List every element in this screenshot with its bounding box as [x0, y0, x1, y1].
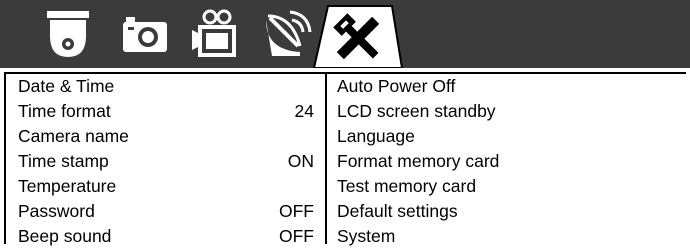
setting-label: Default settings — [337, 201, 458, 221]
setting-label: Test memory card — [337, 176, 477, 196]
tools-settings-icon — [330, 13, 386, 63]
setting-label: Format memory card — [337, 151, 500, 171]
setting-value: 24 — [294, 101, 314, 121]
setting-label: Language — [337, 126, 415, 146]
setting-value: OFF — [279, 201, 314, 221]
tab-bar — [0, 0, 690, 68]
tab-security-camera[interactable] — [38, 4, 98, 64]
setting-system[interactable]: System — [337, 224, 677, 249]
setting-default-settings[interactable]: Default settings — [337, 199, 677, 224]
security-camera-icon — [43, 8, 93, 60]
photo-camera-icon — [120, 12, 170, 56]
setting-test-memory-card[interactable]: Test memory card — [337, 174, 677, 199]
setting-date-time[interactable]: Date & Time — [18, 74, 314, 99]
settings-column-right: Auto Power Off LCD screen standby Langua… — [325, 74, 686, 246]
tab-settings[interactable] — [312, 0, 404, 68]
setting-label: Password — [18, 201, 95, 221]
setting-label: Auto Power Off — [337, 76, 456, 96]
setting-beep-sound[interactable]: Beep sound OFF — [18, 224, 314, 249]
tab-wireless[interactable] — [258, 4, 320, 64]
setting-time-format[interactable]: Time format 24 — [18, 99, 314, 124]
setting-label: Temperature — [18, 176, 117, 196]
setting-value: ON — [287, 151, 314, 171]
setting-label: Camera name — [18, 126, 129, 146]
setting-label: Time stamp — [18, 151, 109, 171]
setting-temperature[interactable]: Temperature — [18, 174, 314, 199]
setting-label: Beep sound — [18, 226, 112, 246]
settings-column-left: Date & Time Time format 24 Camera name T… — [4, 74, 327, 246]
setting-label: Time format — [18, 101, 111, 121]
setting-value: OFF — [279, 226, 314, 246]
setting-label: Date & Time — [18, 76, 115, 96]
setting-language[interactable]: Language — [337, 124, 677, 149]
wireless-satellite-icon — [262, 8, 316, 60]
setting-label: LCD screen standby — [337, 101, 496, 121]
tab-photo-camera[interactable] — [115, 4, 175, 64]
setting-time-stamp[interactable]: Time stamp ON — [18, 149, 314, 174]
setting-auto-power-off[interactable]: Auto Power Off — [337, 74, 677, 99]
tab-video-camera[interactable] — [186, 4, 246, 64]
setting-format-memory-card[interactable]: Format memory card — [337, 149, 677, 174]
setting-camera-name[interactable]: Camera name — [18, 124, 314, 149]
setting-label: System — [337, 226, 396, 246]
settings-menu: Date & Time Time format 24 Camera name T… — [4, 72, 686, 246]
video-camera-icon — [190, 8, 242, 60]
setting-lcd-standby[interactable]: LCD screen standby — [337, 99, 677, 124]
setting-password[interactable]: Password OFF — [18, 199, 314, 224]
